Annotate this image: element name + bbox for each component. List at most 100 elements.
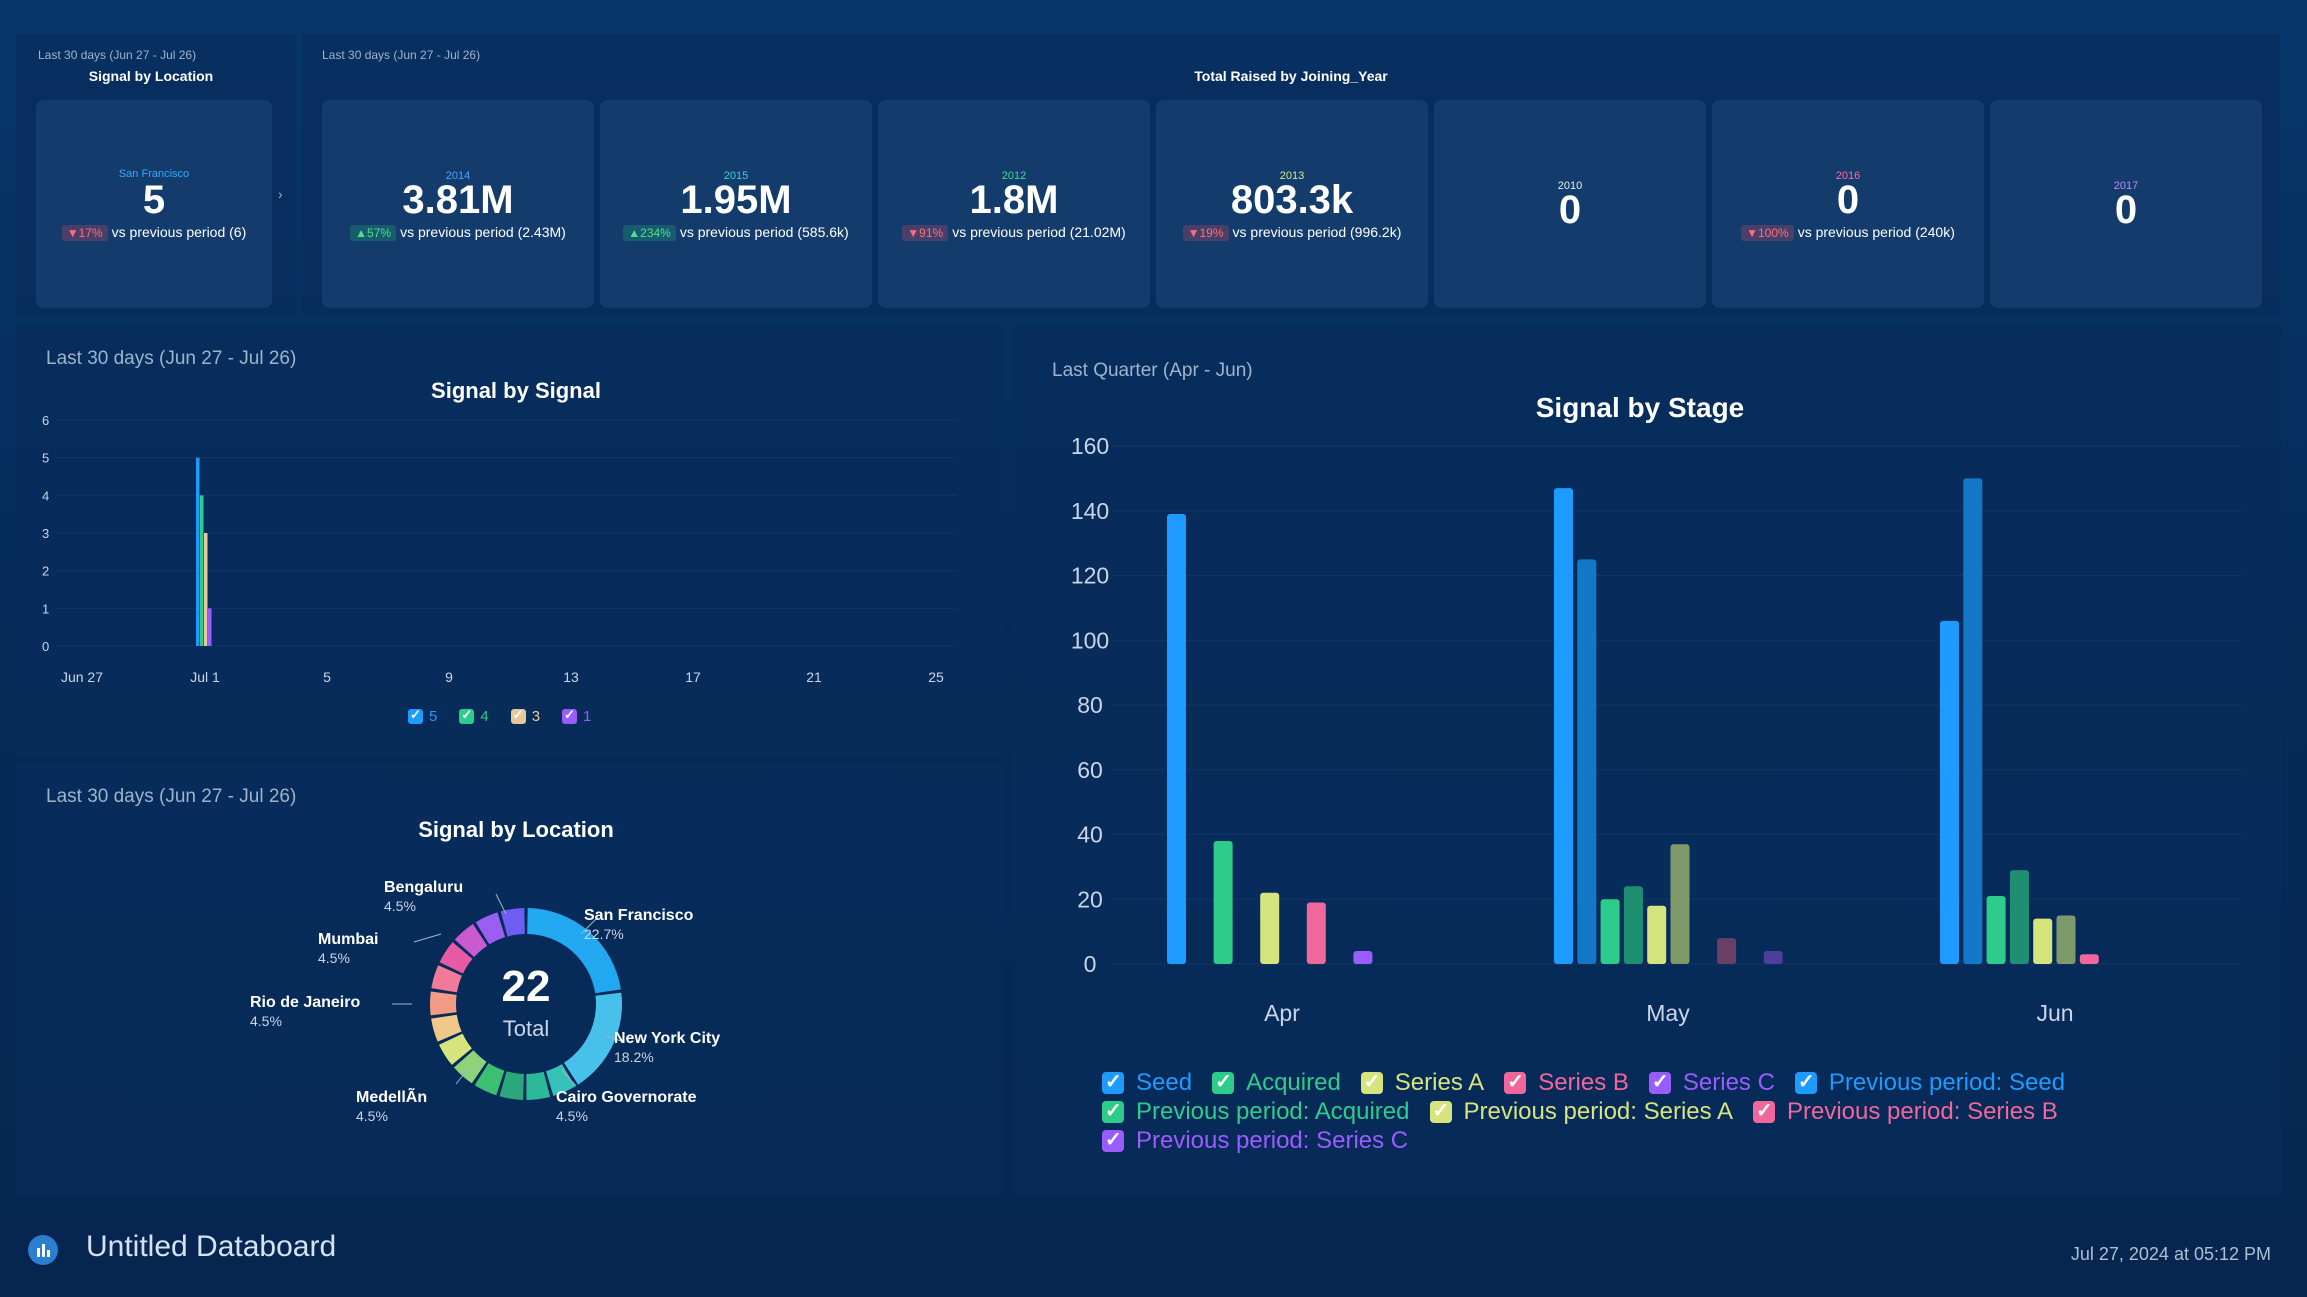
- bar[interactable]: [200, 495, 204, 646]
- legend-item[interactable]: Previous period: Series C: [1102, 1126, 1408, 1155]
- legend-item[interactable]: Previous period: Series A: [1429, 1097, 1733, 1126]
- signal-chart: 0 1 2 3 4 5 6 Jun 27 Jul 1 5 9 13 17 21 25: [42, 413, 956, 685]
- legend-label: 1: [583, 707, 592, 725]
- legend-item[interactable]: Previous period: Series B: [1752, 1097, 2058, 1126]
- donut-label: San Francisco 22.7%: [584, 907, 693, 943]
- donut-label-name: Mumbai: [318, 931, 379, 948]
- kpi-card[interactable]: 2016 0 ▼100% vs previous period (240k): [1712, 100, 1984, 308]
- legend-label: Seed: [1136, 1068, 1193, 1096]
- bar[interactable]: [1167, 513, 1186, 964]
- bar[interactable]: [1306, 902, 1326, 964]
- legend-item[interactable]: Previous period: Seed: [1794, 1068, 2066, 1097]
- checkbox-icon: [1360, 1069, 1383, 1094]
- bar[interactable]: [208, 608, 212, 646]
- kpi-card[interactable]: 2013 803.3k ▼19% vs previous period (996.2k…: [1156, 100, 1428, 308]
- kpi-card[interactable]: 2015 1.95M ▲234% vs previous period (585.6k…: [600, 100, 872, 308]
- bar[interactable]: [1647, 905, 1667, 964]
- kpi-card[interactable]: San Francisco 5 ▼17% vs previous period (…: [36, 100, 272, 308]
- x-tick-label: 17: [685, 669, 701, 685]
- delta-badge: ▼91%: [902, 225, 949, 241]
- leader-line: [413, 933, 442, 943]
- kpi-card[interactable]: 2012 1.8M ▼91% vs previous period (21.02M): [878, 100, 1150, 308]
- last-updated: Jul 27, 2024 at 05:12 PM: [2070, 1244, 2271, 1264]
- delta-badge: ▼17%: [61, 225, 108, 241]
- donut-slice[interactable]: [499, 1071, 524, 1100]
- bar[interactable]: [204, 533, 208, 646]
- donut-slice[interactable]: [430, 991, 457, 1016]
- donut-label-pct: 18.2%: [614, 1049, 654, 1065]
- checkbox-icon: [1794, 1069, 1817, 1094]
- bar[interactable]: [2056, 915, 2076, 964]
- legend-item[interactable]: Seed: [1102, 1068, 1192, 1097]
- bar[interactable]: [1763, 951, 1783, 964]
- kpi-value: 0: [1558, 188, 1582, 232]
- bar[interactable]: [1670, 844, 1690, 964]
- y-tick-label: 120: [1071, 563, 1109, 589]
- legend-label: Previous period: Series C: [1136, 1126, 1409, 1154]
- legend-label: Previous period: Seed: [1828, 1068, 2066, 1096]
- legend-item[interactable]: Series C: [1648, 1068, 1775, 1097]
- bar[interactable]: [1353, 951, 1373, 964]
- bar[interactable]: [1213, 840, 1233, 964]
- kpi-card[interactable]: 2010 0: [1434, 100, 1706, 308]
- legend-item[interactable]: Previous period: Acquired: [1102, 1097, 1410, 1126]
- legend-label: Acquired: [1246, 1068, 1341, 1096]
- donut-label-name: Cairo Governorate: [556, 1089, 697, 1106]
- kpi-card[interactable]: 2017 0: [1990, 100, 2262, 308]
- bar[interactable]: [1986, 896, 2006, 964]
- donut-slice[interactable]: [500, 908, 525, 937]
- bar[interactable]: [1940, 620, 1959, 964]
- donut-label-name: New York City: [614, 1030, 721, 1047]
- y-tick-label: 100: [1071, 627, 1109, 653]
- next-arrow-icon[interactable]: ›: [278, 186, 283, 202]
- stage-panel: Last Quarter (Apr - Jun) Signal by Stage…: [1012, 326, 2282, 1194]
- legend-item[interactable]: 4: [459, 706, 489, 726]
- legend-item[interactable]: Series A: [1360, 1068, 1485, 1097]
- y-tick-label: 20: [1077, 886, 1103, 912]
- legend-label: Series B: [1538, 1068, 1629, 1096]
- kpi-card[interactable]: 2014 3.81M ▲57% vs previous period (2.43M): [322, 100, 594, 308]
- bar[interactable]: [1623, 886, 1643, 964]
- y-tick-label: 40: [1077, 822, 1103, 848]
- legend-label: Previous period: Series B: [1786, 1097, 2058, 1125]
- donut-label: Mumbai 4.5%: [318, 931, 378, 967]
- legend-label: 4: [480, 707, 489, 725]
- y-tick-label: 6: [42, 413, 49, 428]
- kpi-delta: ▲234% vs previous period (585.6k): [600, 224, 872, 241]
- bar[interactable]: [1717, 938, 1737, 964]
- donut-label-pct: 4.5%: [356, 1108, 388, 1124]
- legend-item[interactable]: Acquired: [1212, 1068, 1341, 1097]
- legend-label: Series A: [1394, 1068, 1485, 1096]
- donut-label: Rio de Janeiro 4.5%: [250, 994, 360, 1030]
- bar[interactable]: [1963, 478, 1983, 964]
- donut-total: 22: [501, 962, 551, 1011]
- databoard-logo-icon[interactable]: [28, 1235, 58, 1265]
- bar[interactable]: [196, 457, 200, 646]
- y-tick-label: 3: [42, 526, 49, 541]
- donut-slice[interactable]: [526, 1071, 551, 1100]
- bar[interactable]: [1554, 488, 1573, 964]
- delta-badge: ▼19%: [1182, 225, 1229, 241]
- legend-item[interactable]: 1: [562, 706, 591, 726]
- signal-panel: Last 30 days (Jun 27 - Jul 26) Signal by…: [16, 326, 1004, 756]
- y-tick-label: 0: [1084, 951, 1097, 977]
- bar[interactable]: [1600, 899, 1620, 964]
- legend-item[interactable]: 5: [408, 706, 437, 726]
- legend-item[interactable]: 3: [510, 706, 540, 726]
- bar[interactable]: [1577, 559, 1597, 964]
- legend-item[interactable]: Series B: [1504, 1068, 1629, 1097]
- checkbox-icon: [1102, 1098, 1124, 1123]
- y-tick-label: 160: [1071, 433, 1109, 459]
- bar[interactable]: [2009, 870, 2029, 964]
- bar[interactable]: [2079, 954, 2099, 964]
- donut-label-pct: 4.5%: [384, 898, 416, 914]
- panel-title: Total Raised by Joining_Year: [1194, 68, 1388, 84]
- kpi-value: 1.95M: [680, 178, 792, 222]
- period-label: Last 30 days (Jun 27 - Jul 26): [38, 48, 197, 62]
- delta-compare: vs previous period (2.43M): [400, 224, 566, 240]
- x-tick-label: 21: [806, 669, 822, 685]
- bar[interactable]: [1260, 892, 1280, 964]
- donut-label-name: Bengaluru: [384, 879, 464, 896]
- databoard-title[interactable]: Untitled Databoard: [86, 1230, 336, 1264]
- bar[interactable]: [2033, 918, 2053, 964]
